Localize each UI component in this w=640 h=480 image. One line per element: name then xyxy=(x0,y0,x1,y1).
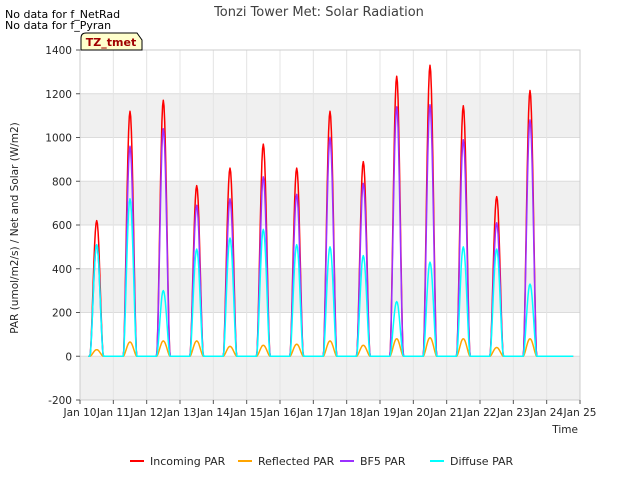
x-tick-label: Jan 11 xyxy=(96,407,130,419)
y-tick-label: 1000 xyxy=(45,133,72,145)
x-tick-label: Jan 10 xyxy=(63,407,97,419)
x-tick-label: Jan 15 xyxy=(229,407,263,419)
y-tick-label: 0 xyxy=(65,351,72,363)
x-tick-label: Jan 25 xyxy=(563,407,597,419)
x-tick-label: Jan 14 xyxy=(196,407,230,419)
x-tick-label: Jan 18 xyxy=(329,407,363,419)
y-tick-label: 200 xyxy=(52,308,72,320)
plot-band xyxy=(80,356,580,400)
legend: Incoming PAR Reflected PAR BF5 PAR Diffuse … xyxy=(130,455,514,468)
tz-tmet-badge: TZ_tmet xyxy=(80,32,143,51)
x-tick-label: Jan 23 xyxy=(496,407,530,419)
x-tick-label: Jan 16 xyxy=(263,407,297,419)
y-tick-label: 800 xyxy=(52,176,72,188)
plot-band xyxy=(80,268,580,313)
x-axis-ticks: Jan 10 Jan 11 Jan 12 Jan 13 Jan 14 Jan 15 Jan … xyxy=(63,400,597,419)
y-tick-label: 600 xyxy=(52,220,72,232)
y-axis-label: PAR (umol/m2/s) / Net and Solar (W/m2) xyxy=(9,122,21,334)
x-tick-label: Jan 19 xyxy=(363,407,397,419)
chart-title: Tonzi Tower Met: Solar Radiation xyxy=(213,5,424,20)
y-tick-label: 1400 xyxy=(45,45,72,57)
y-tick-label: 1200 xyxy=(45,89,72,101)
y-axis-ticks: -200 0 200 400 600 800 1000 1200 1400 xyxy=(45,45,80,407)
y-tick-label: -200 xyxy=(48,395,72,407)
x-axis-label: Time xyxy=(551,424,578,436)
x-tick-label: Jan 12 xyxy=(129,407,163,419)
x-tick-label: Jan 13 xyxy=(163,407,197,419)
legend-label-reflected-par: Reflected PAR xyxy=(258,455,335,468)
x-tick-label: Jan 21 xyxy=(429,407,463,419)
legend-label-bf5-par: BF5 PAR xyxy=(360,455,406,468)
solar-radiation-chart: Tonzi Tower Met: Solar Radiation -200 0 20… xyxy=(9,5,597,468)
x-tick-label: Jan 17 xyxy=(296,407,330,419)
x-tick-label: Jan 20 xyxy=(396,407,430,419)
x-tick-label: Jan 24 xyxy=(529,407,563,419)
badge-label: TZ_tmet xyxy=(86,36,136,49)
y-tick-label: 400 xyxy=(52,264,72,276)
x-tick-label: Jan 22 xyxy=(463,407,497,419)
legend-label-incoming-par: Incoming PAR xyxy=(150,455,226,468)
legend-label-diffuse-par: Diffuse PAR xyxy=(450,455,514,468)
plot-band xyxy=(80,181,580,225)
